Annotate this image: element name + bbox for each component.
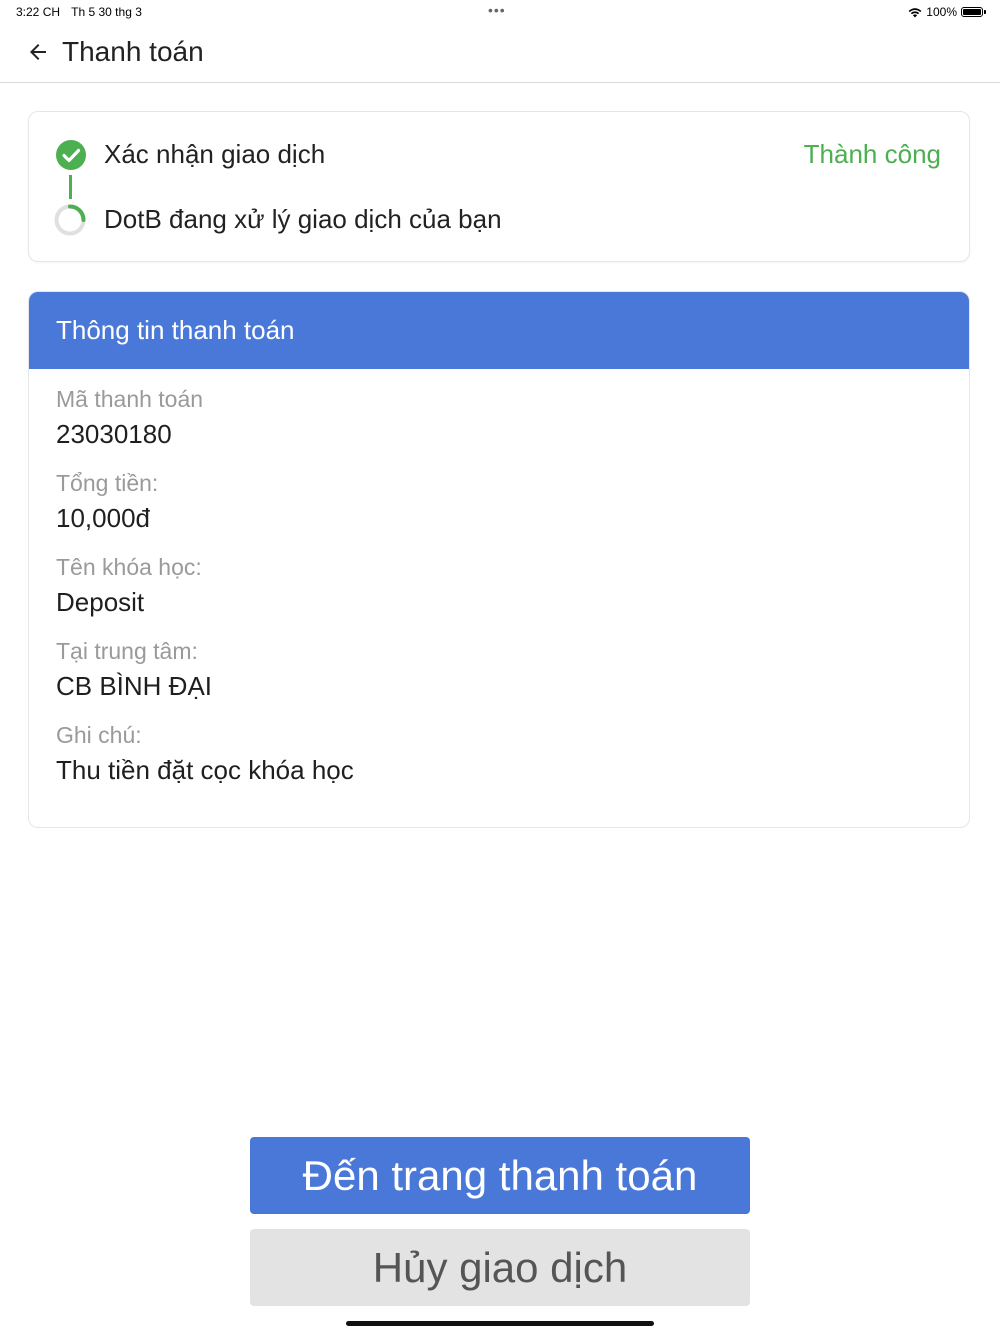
step-confirm-label: Xác nhận giao dịch xyxy=(104,139,326,169)
info-value: Deposit xyxy=(56,587,145,617)
status-time: 3:22 CH xyxy=(16,5,61,19)
info-label: Tổng tiền: xyxy=(56,470,159,496)
check-circle-icon xyxy=(56,140,86,170)
info-value: Thu tiền đặt cọc khóa học xyxy=(56,755,354,785)
info-label: Ghi chú: xyxy=(56,722,142,748)
step-processing-label: DotB đang xử lý giao dịch của bạn xyxy=(104,204,502,234)
go-to-payment-button[interactable]: Đến trang thanh toán xyxy=(250,1137,750,1214)
info-item-note: Ghi chú: Thu tiền đặt cọc khóa học xyxy=(56,720,942,789)
info-item-total: Tổng tiền: 10,000đ xyxy=(56,468,942,537)
info-value: CB BÌNH ĐẠI xyxy=(56,671,213,701)
more-dots-icon[interactable]: ••• xyxy=(488,2,506,18)
info-value: 10,000đ xyxy=(56,503,150,533)
page-title: Thanh toán xyxy=(62,36,204,67)
info-item-payment-code: Mã thanh toán 23030180 xyxy=(56,384,942,453)
info-item-center: Tại trung tâm: CB BÌNH ĐẠI xyxy=(56,636,942,705)
spinner-icon xyxy=(54,204,86,236)
app-bar: Thanh toán xyxy=(0,24,1000,83)
info-label: Tên khóa học: xyxy=(56,554,202,580)
battery-percent: 100% xyxy=(926,5,957,19)
info-label: Tại trung tâm: xyxy=(56,638,198,664)
step-connector xyxy=(69,175,72,199)
transaction-status-card: Xác nhận giao dịch Thành công DotB đang … xyxy=(28,111,970,262)
payment-info-card: Thông tin thanh toán Mã thanh toán 23030… xyxy=(28,291,970,828)
status-bar: 3:22 CH Th 5 30 thg 3 ••• 100% xyxy=(0,0,1000,24)
wifi-icon xyxy=(908,7,922,17)
battery-icon xyxy=(961,7,983,17)
info-value: 23030180 xyxy=(56,419,172,449)
home-indicator xyxy=(346,1321,654,1326)
payment-info-header: Thông tin thanh toán xyxy=(29,292,969,369)
status-date: Th 5 30 thg 3 xyxy=(71,5,142,19)
cancel-transaction-button[interactable]: Hủy giao dịch xyxy=(250,1229,750,1306)
step-confirm-status: Thành công xyxy=(803,139,941,169)
arrow-left-icon[interactable] xyxy=(26,40,50,64)
info-item-course-name: Tên khóa học: Deposit xyxy=(56,552,942,621)
info-label: Mã thanh toán xyxy=(56,386,204,412)
